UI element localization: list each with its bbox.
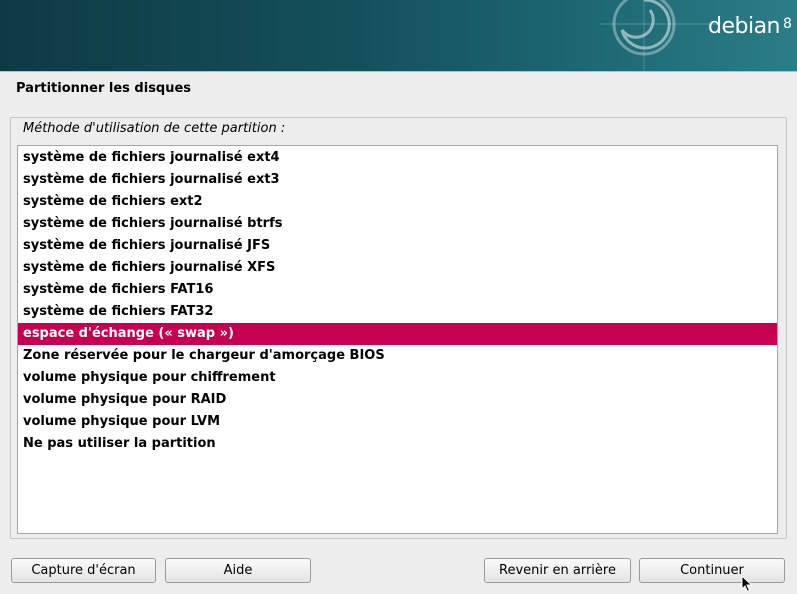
list-item[interactable]: système de fichiers ext2 (18, 191, 777, 213)
screenshot-button[interactable]: Capture d'écran (11, 558, 156, 583)
list-item[interactable]: système de fichiers FAT16 (18, 279, 777, 301)
list-item[interactable]: volume physique pour RAID (18, 389, 777, 411)
list-item[interactable]: système de fichiers FAT32 (18, 301, 777, 323)
list-item[interactable]: volume physique pour LVM (18, 411, 777, 433)
list-item[interactable]: système de fichiers journalisé btrfs (18, 213, 777, 235)
list-item[interactable]: système de fichiers journalisé ext4 (18, 147, 777, 169)
list-item[interactable]: système de fichiers journalisé JFS (18, 235, 777, 257)
list-item[interactable]: espace d'échange (« swap ») (18, 323, 777, 345)
banner-divider (0, 71, 797, 72)
list-item[interactable]: volume physique pour chiffrement (18, 367, 777, 389)
debian-logo: debian 8 (708, 14, 792, 39)
debian-swirl-icon (600, 0, 720, 71)
debian-banner: debian 8 (0, 0, 797, 71)
list-item[interactable]: Zone réservée pour le chargeur d'amorçag… (18, 345, 777, 367)
mouse-pointer-icon (741, 575, 753, 593)
method-label: Méthode d'utilisation de cette partition… (23, 121, 286, 136)
back-button[interactable]: Revenir en arrière (484, 558, 631, 583)
list-item[interactable]: système de fichiers journalisé XFS (18, 257, 777, 279)
brand-name: debian (708, 14, 781, 39)
continue-button[interactable]: Continuer (639, 558, 785, 583)
page-title: Partitionner les disques (16, 81, 192, 96)
list-item[interactable]: système de fichiers journalisé ext3 (18, 169, 777, 191)
method-list[interactable]: système de fichiers journalisé ext4 systè… (17, 145, 778, 534)
list-item[interactable]: Ne pas utiliser la partition (18, 433, 777, 455)
brand-version: 8 (783, 16, 792, 32)
help-button[interactable]: Aide (165, 558, 311, 583)
